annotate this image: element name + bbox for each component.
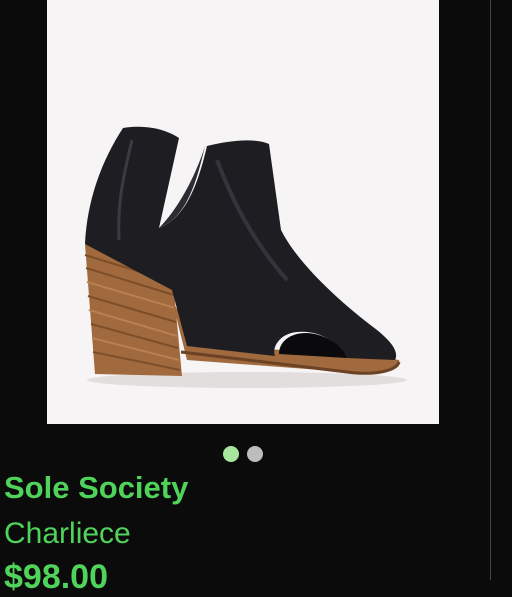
product-image[interactable] [47, 0, 439, 424]
product-price: $98.00 [4, 558, 108, 596]
carousel-dot-1[interactable] [223, 446, 239, 462]
next-card-edge[interactable] [486, 0, 512, 580]
product-name[interactable]: Charliece [4, 517, 131, 551]
card-divider [490, 0, 491, 580]
product-card[interactable]: Sole Society Charliece $98.00 [0, 0, 487, 596]
bootie-illustration [84, 126, 407, 388]
carousel-dot-2[interactable] [247, 446, 263, 462]
brand-name[interactable]: Sole Society [4, 470, 188, 506]
carousel-indicator [0, 446, 486, 462]
